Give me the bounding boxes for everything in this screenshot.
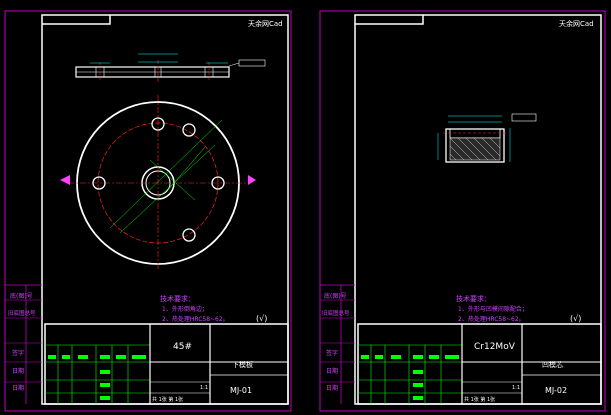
svg-text:2、热处理HRC58~62。: 2、热处理HRC58~62。 <box>458 315 525 323</box>
svg-text:技术要求：: 技术要求： <box>456 294 491 303</box>
svg-text:日期: 日期 <box>326 384 338 392</box>
sheet-1-material: 45# <box>173 342 192 352</box>
sheet-1-logo: 天余网Cad <box>248 19 283 28</box>
sheet-1-part-name: 下模板 <box>232 360 253 369</box>
svg-text:旧底图总号: 旧底图总号 <box>322 309 350 317</box>
svg-text:1、外形与凹模间隙配合；: 1、外形与凹模间隙配合； <box>458 305 528 313</box>
sheet-2-roughness: (√) <box>570 314 581 323</box>
sheet-2-logo: 天余网Cad <box>559 19 594 28</box>
svg-text:底(图)号: 底(图)号 <box>324 292 347 300</box>
svg-text:技术要求：: 技术要求： <box>160 294 195 303</box>
svg-text:签字: 签字 <box>326 349 338 357</box>
svg-text:1、外形倒角边；: 1、外形倒角边； <box>162 305 208 313</box>
svg-text:签字: 签字 <box>12 349 24 357</box>
sheet-2-drawing-no: MJ-02 <box>545 386 567 395</box>
background <box>0 0 611 415</box>
sheet-1-drawing-no: MJ-01 <box>230 386 252 395</box>
svg-text:底(图)号: 底(图)号 <box>10 292 33 300</box>
sheet-1-scale: 1:1 <box>200 385 208 391</box>
sheet-2-sheet-info: 共 1张 第 1张 <box>464 396 495 403</box>
sheet-1-roughness: (√) <box>256 314 267 323</box>
sheet-2-scale: 1:1 <box>512 385 520 391</box>
svg-text:日期: 日期 <box>12 384 24 392</box>
svg-text:日期: 日期 <box>326 367 338 375</box>
svg-text:旧底图总号: 旧底图总号 <box>8 309 36 317</box>
sheet-2-material: Cr12MoV <box>474 342 516 352</box>
sheet-1-sheet-info: 共 1张 第 1张 <box>152 396 183 403</box>
sheet-2-part-name: 凹模芯 <box>542 360 563 369</box>
svg-text:2、热处理HRC58~62。: 2、热处理HRC58~62。 <box>162 315 229 323</box>
svg-text:日期: 日期 <box>12 367 24 375</box>
cad-drawing-canvas: 天余网Cad 底(图)号 旧底图总号 签字 日期 日期 技术要求： 1、外形倒角… <box>0 0 611 415</box>
